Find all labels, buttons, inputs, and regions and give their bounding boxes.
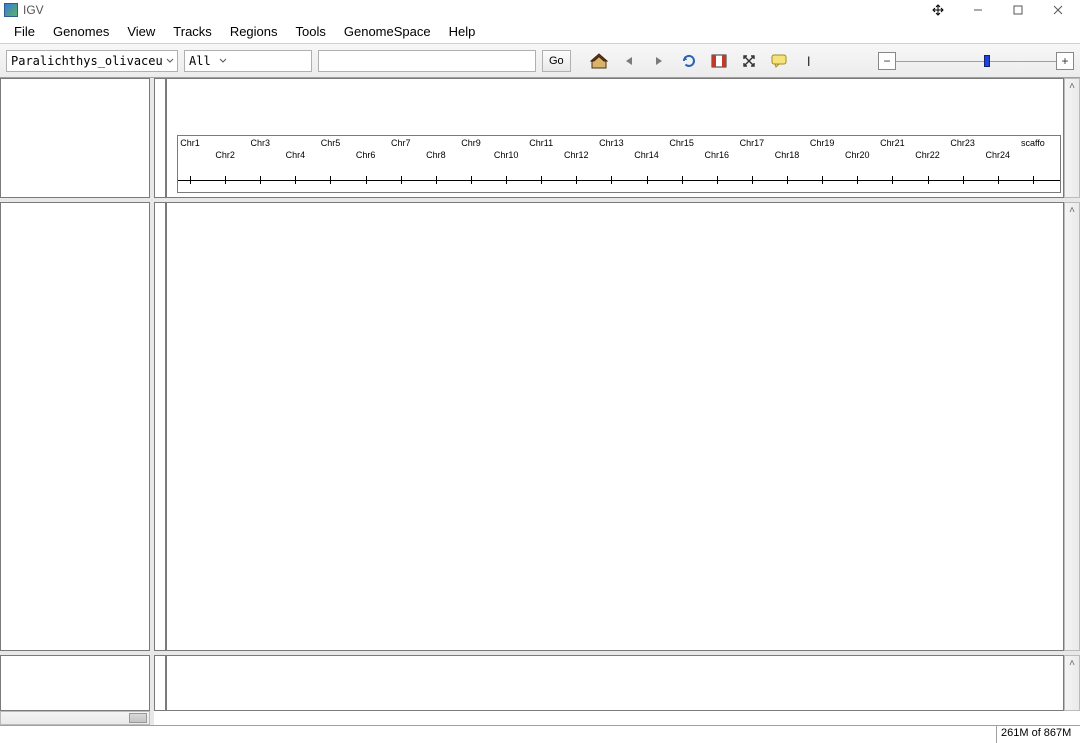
chromosome-label: Chr7 — [391, 138, 411, 148]
data-panel[interactable] — [166, 202, 1064, 651]
chromosome-label: Chr10 — [494, 150, 519, 160]
chromosome-label: Chr19 — [810, 138, 835, 148]
chromosome-label: Chr9 — [461, 138, 481, 148]
chromosome-label: Chr12 — [564, 150, 589, 160]
genome-select[interactable]: Paralichthys_olivaceus... — [6, 50, 178, 72]
chromosome-label: Chr5 — [321, 138, 341, 148]
go-button[interactable]: Go — [542, 50, 571, 72]
scroll-up-icon[interactable]: ˄ — [1065, 79, 1079, 93]
chromosome-label: Chr15 — [669, 138, 694, 148]
go-button-label: Go — [549, 55, 564, 67]
zoom-slider-thumb[interactable] — [984, 55, 990, 67]
chromosome-label: Chr11 — [529, 138, 553, 148]
chromosome-label: scaffo — [1021, 138, 1045, 148]
names-panel-hscroll[interactable] — [0, 711, 150, 725]
memory-status: 261M of 867M — [996, 726, 1080, 743]
forward-button[interactable] — [647, 50, 671, 72]
names-panel-main — [0, 202, 150, 651]
text-cursor-icon: I — [807, 53, 811, 69]
chromosome-select[interactable]: All — [184, 50, 312, 72]
menu-help[interactable]: Help — [441, 22, 484, 41]
maximize-button[interactable] — [998, 1, 1038, 19]
window-title: IGV — [23, 3, 918, 17]
chromosome-label: Chr21 — [880, 138, 905, 148]
names-panel-feature — [0, 655, 150, 711]
chromosome-label: Chr17 — [740, 138, 765, 148]
scroll-up-icon[interactable]: ˄ — [1065, 656, 1079, 670]
genome-select-value: Paralichthys_olivaceus... — [7, 54, 164, 68]
toolbar: Paralichthys_olivaceus... All Go I − — [0, 44, 1080, 78]
app-icon — [4, 3, 18, 17]
chevron-down-icon — [215, 51, 231, 71]
minimize-button[interactable] — [958, 1, 998, 19]
window-controls — [918, 1, 1078, 19]
scroll-thumb[interactable] — [129, 713, 147, 723]
title-bar: IGV — [0, 0, 1080, 20]
genome-ruler — [178, 174, 1060, 188]
chromosome-label: Chr4 — [286, 150, 306, 160]
zoom-in-button[interactable]: + — [1056, 52, 1074, 70]
workspace: Chr1 Chr3 Chr5 Chr7 Chr9 Chr11 Chr13 Chr15 Chr17… — [0, 78, 1080, 725]
attribute-panel-main — [154, 202, 166, 651]
menu-file[interactable]: File — [6, 22, 43, 41]
menu-tools[interactable]: Tools — [288, 22, 334, 41]
chromosome-label: Chr2 — [215, 150, 235, 160]
ideogram-canvas[interactable]: Chr1 Chr3 Chr5 Chr7 Chr9 Chr11 Chr13 Chr15 Chr17… — [177, 135, 1061, 193]
data-panel-scrollbar[interactable]: ˄ — [1064, 202, 1080, 651]
chromosome-label: Chr13 — [599, 138, 624, 148]
close-button[interactable] — [1038, 1, 1078, 19]
chromosome-select-value: All — [185, 54, 215, 68]
chromosome-label: Chr16 — [705, 150, 730, 160]
menu-regions[interactable]: Regions — [222, 22, 286, 41]
menu-view[interactable]: View — [119, 22, 163, 41]
chromosome-label: Chr24 — [985, 150, 1010, 160]
refresh-button[interactable] — [677, 50, 701, 72]
zoom-slider-group: − + — [878, 52, 1074, 70]
back-button[interactable] — [617, 50, 641, 72]
ideogram-panel[interactable]: Chr1 Chr3 Chr5 Chr7 Chr9 Chr11 Chr13 Chr15 Chr17… — [166, 78, 1064, 198]
fit-to-window-button[interactable] — [737, 50, 761, 72]
locus-input[interactable] — [318, 50, 536, 72]
chromosome-label: Chr18 — [775, 150, 800, 160]
chromosome-label: Chr3 — [250, 138, 270, 148]
menu-genomespace[interactable]: GenomeSpace — [336, 22, 439, 41]
chromosome-label: Chr1 — [180, 138, 200, 148]
ideogram-scrollbar[interactable]: ˄ — [1064, 78, 1080, 198]
feature-panel-scrollbar[interactable]: ˄ — [1064, 655, 1080, 711]
status-bar: 261M of 867M — [0, 725, 1080, 743]
tooltip-button[interactable] — [767, 50, 791, 72]
menu-bar: File Genomes View Tracks Regions Tools G… — [0, 20, 1080, 44]
region-navigator-button[interactable] — [707, 50, 731, 72]
zoom-out-button[interactable]: − — [878, 52, 896, 70]
chromosome-label: Chr14 — [634, 150, 659, 160]
cursor-tool[interactable]: I — [797, 50, 821, 72]
attribute-panel-top — [154, 78, 166, 198]
move-icon — [918, 1, 958, 19]
attribute-panel-feature — [154, 655, 166, 711]
home-button[interactable] — [587, 50, 611, 72]
scroll-up-icon[interactable]: ˄ — [1065, 203, 1079, 217]
chromosome-label: Chr6 — [356, 150, 376, 160]
chromosome-label: Chr20 — [845, 150, 870, 160]
zoom-slider[interactable] — [896, 52, 1056, 70]
chromosome-label: Chr23 — [950, 138, 975, 148]
names-panel-top — [0, 78, 150, 198]
menu-genomes[interactable]: Genomes — [45, 22, 117, 41]
menu-tracks[interactable]: Tracks — [165, 22, 220, 41]
chromosome-label: Chr22 — [915, 150, 940, 160]
chevron-down-icon — [164, 51, 177, 71]
feature-panel[interactable] — [166, 655, 1064, 711]
chromosome-label: Chr8 — [426, 150, 446, 160]
